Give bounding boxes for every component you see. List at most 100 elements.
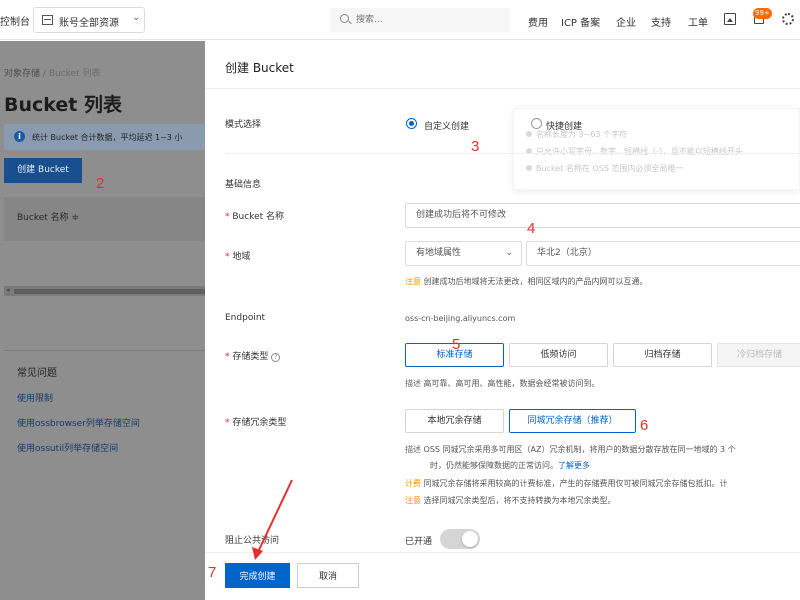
- fee-key: 计费: [405, 479, 421, 488]
- annotation-step: 2: [96, 175, 105, 192]
- region-label-text: 地域: [232, 252, 251, 262]
- panel-footer: 完成创建 取消: [205, 552, 800, 600]
- storage-infrequent-option[interactable]: 低频访问: [509, 343, 608, 367]
- bucket-name-column-header[interactable]: Bucket 名称 ≑: [17, 210, 79, 223]
- chevron-down-icon: ⌄: [505, 248, 513, 258]
- faq-section: 常见问题 使用限制 使用ossbrowser列举存储空间 使用ossutil列举…: [4, 350, 205, 600]
- redundancy-label-text: 存储冗余类型: [232, 418, 287, 428]
- gear-icon[interactable]: [782, 13, 794, 25]
- create-bucket-button[interactable]: 创建 Bucket: [4, 158, 82, 183]
- page-title: Bucket 列表: [4, 94, 122, 116]
- redundancy-label: * 存储冗余类型: [225, 418, 287, 428]
- info-icon: i: [14, 131, 25, 142]
- warning-text: 选择同城冗余类型后，将不支持转换为本地冗余类型。: [423, 496, 616, 505]
- storage-class-label-text: 存储类型: [232, 352, 269, 362]
- table-scrollbar[interactable]: ◂: [4, 286, 205, 296]
- region-note-key: 注意: [405, 277, 421, 286]
- endpoint-value: oss-cn-beijing.aliyuncs.com: [405, 314, 516, 323]
- nav-fees[interactable]: 费用: [528, 14, 548, 29]
- custom-create-label[interactable]: 自定义创建: [424, 119, 469, 132]
- storage-desc-key: 描述: [405, 379, 421, 388]
- endpoint-label: Endpoint: [225, 313, 266, 323]
- block-public-access-status: 已开通: [405, 537, 433, 547]
- fee-text: 同城冗余存储将采用较高的计费标准，产生的存储费用仅可被同城冗余存储包抵扣。计: [423, 479, 728, 488]
- annotation-step: 6: [640, 417, 649, 434]
- notification-badge: 99+: [753, 8, 772, 19]
- storage-class-desc: 描述 高可靠、高可用、高性能，数据会经常被访问到。: [405, 378, 600, 389]
- quick-create-radio[interactable]: [531, 118, 542, 129]
- redundancy-desc-key: 描述: [405, 445, 421, 454]
- region-select-value: 华北2（北京）: [537, 248, 597, 258]
- redundancy-local-option[interactable]: 本地冗余存储: [405, 409, 504, 433]
- console-link[interactable]: 控制台: [0, 13, 30, 28]
- divider: [225, 153, 800, 154]
- top-bar: 控制台 账号全部资源 ⌄ 费用 ICP 备案 企业 支持 工单 99+: [0, 0, 800, 40]
- faq-heading: 常见问题: [17, 368, 57, 379]
- nav-icp[interactable]: ICP 备案: [561, 14, 600, 29]
- region-attribute-value: 有地域属性: [416, 248, 462, 258]
- annotation-step: 4: [527, 220, 536, 237]
- breadcrumb-root[interactable]: 对象存储: [4, 69, 40, 79]
- breadcrumb-current: Bucket 列表: [48, 69, 101, 79]
- search-icon: [340, 14, 349, 23]
- storage-class-label: * 存储类型?: [225, 349, 281, 362]
- faq-link-ossutil[interactable]: 使用ossutil列举存储空间: [17, 441, 118, 454]
- scroll-left-icon[interactable]: ◂: [6, 286, 10, 294]
- storage-cold-archive-option: 冷归档存储: [717, 343, 800, 367]
- annotation-step: 5: [452, 336, 461, 353]
- redundancy-fee: 计费 同城冗余存储将采用较高的计费标准，产生的存储费用仅可被同城冗余存储包抵扣。…: [405, 478, 800, 489]
- bucket-name-input[interactable]: 创建成功后将不可修改: [405, 203, 800, 228]
- annotation-step: 7: [208, 564, 217, 581]
- cancel-button[interactable]: 取消: [297, 563, 359, 588]
- create-bucket-panel: 创建 Bucket 模式选择 自定义创建 名称长度为 3~63 个字符 只允许小…: [205, 41, 800, 600]
- region-label: * 地域: [225, 252, 251, 262]
- account-selector-label: 账号全部资源: [59, 18, 119, 29]
- breadcrumb-separator: /: [42, 69, 46, 79]
- bucket-name-label-text: Bucket 名称: [232, 212, 285, 222]
- global-search[interactable]: [330, 8, 510, 32]
- nav-tickets[interactable]: 工单: [688, 14, 708, 29]
- redundancy-desc-text2: 时，仍然能够保障数据的正常访问。: [430, 461, 558, 470]
- redundancy-desc-line2: 时，仍然能够保障数据的正常访问。了解更多: [430, 460, 590, 471]
- info-banner: i 统计 Bucket 合计数据，平均延迟 1~3 小: [4, 124, 205, 150]
- bucket-table: Bucket 名称 ≑: [4, 197, 205, 241]
- scrollbar-thumb[interactable]: [14, 289, 205, 294]
- chevron-down-icon: ⌄: [132, 12, 141, 23]
- learn-more-link[interactable]: 了解更多: [558, 461, 590, 470]
- nav-support[interactable]: 支持: [651, 14, 671, 29]
- divider: [205, 88, 800, 89]
- custom-create-radio[interactable]: [406, 118, 417, 129]
- faq-link-ossbrowser[interactable]: 使用ossbrowser列举存储空间: [17, 416, 140, 429]
- search-input[interactable]: [356, 11, 496, 29]
- faq-link-limits[interactable]: 使用限制: [17, 391, 53, 404]
- bucket-name-label: * Bucket 名称: [225, 212, 285, 222]
- storage-desc-text: 高可靠、高可用、高性能，数据会经常被访问到。: [423, 379, 600, 388]
- image-icon[interactable]: [724, 13, 736, 25]
- annotation-step: 3: [471, 138, 480, 155]
- storage-archive-option[interactable]: 归档存储: [613, 343, 712, 367]
- redundancy-desc: 描述 OSS 同城冗余采用多可用区（AZ）冗余机制，将用户的数据分散存放在同一地…: [405, 444, 800, 455]
- confirm-create-button[interactable]: 完成创建: [225, 563, 290, 588]
- warning-key: 注意: [405, 496, 421, 505]
- info-banner-text: 统计 Bucket 合计数据，平均延迟 1~3 小: [32, 133, 183, 142]
- quick-create-label[interactable]: 快捷创建: [546, 119, 582, 132]
- region-note: 注意 创建成功后地域将无法更改，相同区域内的产品内网可以互通。: [405, 276, 648, 287]
- breadcrumb: 对象存储 / Bucket 列表: [4, 66, 100, 79]
- tip-unique-name: Bucket 名称在 OSS 范围内必须全局唯一: [536, 164, 684, 173]
- mode-label: 模式选择: [225, 120, 262, 130]
- region-note-text: 创建成功后地域将无法更改，相同区域内的产品内网可以互通。: [423, 277, 648, 286]
- nav-enterprise[interactable]: 企业: [616, 14, 636, 29]
- basic-info-heading: 基础信息: [225, 180, 262, 190]
- account-resource-selector[interactable]: 账号全部资源 ⌄: [33, 7, 145, 33]
- redundancy-desc-text: OSS 同城冗余采用多可用区（AZ）冗余机制，将用户的数据分散存放在同一地域的 …: [423, 445, 736, 454]
- region-attribute-select[interactable]: 有地域属性 ⌄: [405, 241, 522, 266]
- grid-icon: [42, 15, 53, 25]
- help-icon[interactable]: ?: [271, 353, 281, 362]
- tip-allowed-chars: 只允许小写字母、数字、短横线（-），且不能以短横线开头: [536, 147, 743, 156]
- block-public-access-label: 阻止公共访问: [225, 536, 280, 546]
- panel-title: 创建 Bucket: [225, 61, 294, 75]
- block-public-access-toggle[interactable]: [440, 529, 480, 549]
- redundancy-zone-option[interactable]: 同城冗余存储（推荐）: [509, 409, 636, 433]
- redundancy-warning: 注意 选择同城冗余类型后，将不支持转换为本地冗余类型。: [405, 495, 616, 506]
- region-select[interactable]: 华北2（北京）: [526, 241, 800, 266]
